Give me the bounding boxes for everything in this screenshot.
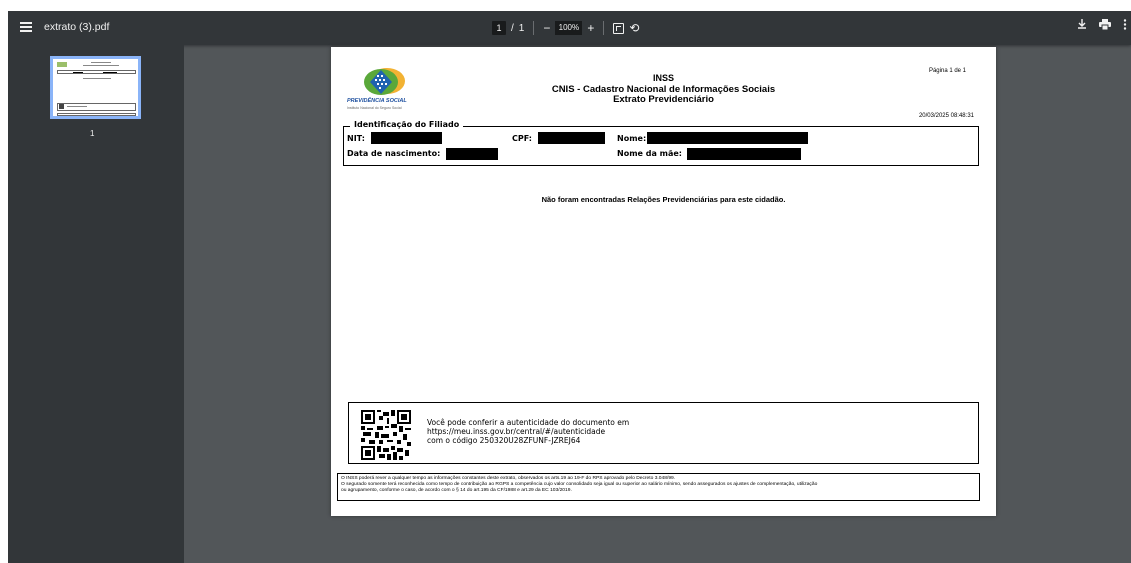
pdf-viewer: extrato (3).pdf 1 / 1 − 100% + ⟲ 1 PREVI… [8,11,1131,563]
doc-title: INSS [652,73,674,83]
divider [533,21,535,35]
zoom-input[interactable]: 100% [555,21,583,35]
page-zoom-controls: 1 / 1 − 100% + ⟲ [492,19,639,37]
toolbar-actions [1077,19,1127,30]
page-info: Página 1 de 1 [928,68,966,74]
footer-disclaimer: O INSS poderá rever a qualquer tempo as … [337,473,980,501]
footer-line-3: ou agrupamento, conforme o caso, de acor… [341,488,572,493]
mae-label: Nome da mãe: [617,149,683,158]
zoom-in-button[interactable]: + [587,22,594,34]
auth-line-1: Você pode conferir a autenticidade do do… [427,418,630,427]
divider [603,21,605,35]
file-title: extrato (3).pdf [44,21,110,33]
thumbnail-page-number: 1 [90,129,95,138]
total-pages: 1 [518,22,525,34]
pdf-page: PREVIDÊNCIA SOCIAL Instituto Nacional do… [331,47,996,516]
auth-url: https://meu.inss.gov.br/central/#/autent… [427,427,606,436]
toolbar: extrato (3).pdf 1 / 1 − 100% + ⟲ [8,11,1131,45]
nome-label: Nome: [617,134,647,143]
redaction-bar [687,148,801,160]
nascimento-label: Data de nascimento: [347,149,441,158]
authenticity-text: Você pode conferir a autenticidade do do… [427,418,629,445]
more-icon[interactable] [1123,19,1127,30]
page-separator: / [511,22,514,34]
qr-code-icon [361,410,411,460]
identification-box: Identificação do Filiado NIT: CPF: Nome:… [343,120,979,166]
zoom-out-button[interactable]: − [543,22,550,34]
page-number-input[interactable]: 1 [492,21,506,35]
rotate-icon[interactable]: ⟲ [629,21,639,35]
auth-code: com o código 250320U28ZFUNF-JZREJ64 [427,436,581,445]
print-icon[interactable] [1099,19,1111,30]
doc-subtitle-2: Extrato Previdenciário [613,94,714,105]
download-icon[interactable] [1077,19,1087,30]
authenticity-box: Você pode conferir a autenticidade do do… [348,402,979,464]
logo-subtext: Instituto Nacional do Seguro Social [347,106,402,110]
fit-page-icon[interactable] [613,22,625,34]
redaction-bar [647,132,808,144]
notice-text: Não foram encontradas Relações Previdenc… [541,195,786,204]
redaction-bar [371,132,442,144]
timestamp: 20/03/2025 08:48:31 [918,113,974,119]
nit-label: NIT: [347,134,365,143]
menu-icon[interactable] [20,22,32,32]
redaction-bar [446,148,498,160]
identification-heading: Identificação do Filiado [350,120,464,129]
thumbnail-sidebar: 1 [8,45,184,563]
cpf-label: CPF: [512,134,532,143]
page-thumbnail[interactable] [50,56,141,119]
redaction-bar [538,132,605,144]
